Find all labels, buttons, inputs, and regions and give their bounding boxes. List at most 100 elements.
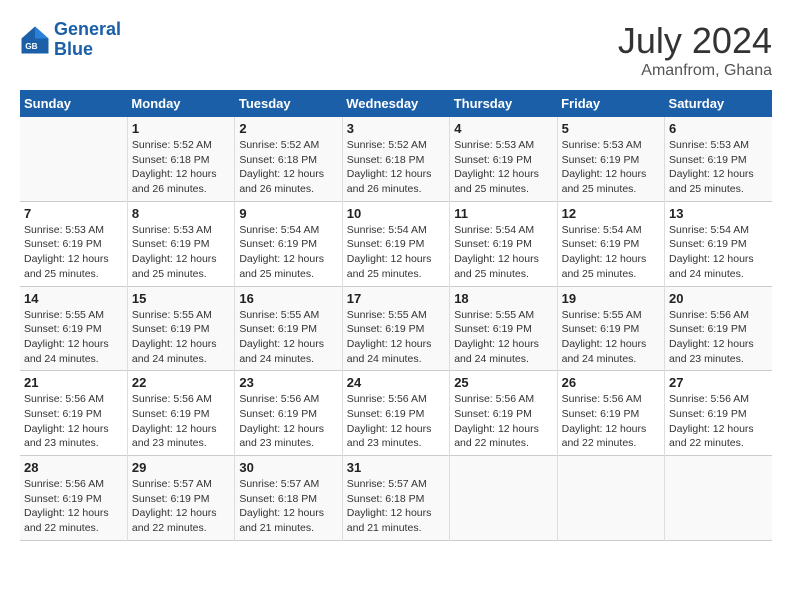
calendar-cell: 10 Sunrise: 5:54 AM Sunset: 6:19 PM Dayl… [342,201,449,286]
day-number: 7 [24,206,123,221]
day-info: Sunrise: 5:55 AM Sunset: 6:19 PM Dayligh… [454,308,552,367]
day-info: Sunrise: 5:56 AM Sunset: 6:19 PM Dayligh… [347,392,445,451]
calendar-cell: 30 Sunrise: 5:57 AM Sunset: 6:18 PM Dayl… [235,456,342,541]
calendar-cell [665,456,772,541]
calendar-cell: 1 Sunrise: 5:52 AM Sunset: 6:18 PM Dayli… [127,117,234,201]
day-info: Sunrise: 5:56 AM Sunset: 6:19 PM Dayligh… [562,392,660,451]
day-info: Sunrise: 5:55 AM Sunset: 6:19 PM Dayligh… [562,308,660,367]
day-info: Sunrise: 5:57 AM Sunset: 6:19 PM Dayligh… [132,477,230,536]
day-info: Sunrise: 5:55 AM Sunset: 6:19 PM Dayligh… [239,308,337,367]
day-number: 14 [24,291,123,306]
day-info: Sunrise: 5:54 AM Sunset: 6:19 PM Dayligh… [562,223,660,282]
weekday-header: Sunday [20,90,127,117]
day-number: 10 [347,206,445,221]
calendar-cell: 18 Sunrise: 5:55 AM Sunset: 6:19 PM Dayl… [450,286,557,371]
calendar-table: SundayMondayTuesdayWednesdayThursdayFrid… [20,90,772,541]
calendar-cell: 11 Sunrise: 5:54 AM Sunset: 6:19 PM Dayl… [450,201,557,286]
day-info: Sunrise: 5:55 AM Sunset: 6:19 PM Dayligh… [347,308,445,367]
day-number: 1 [132,121,230,136]
title-section: July 2024 Amanfrom, Ghana [618,20,772,80]
day-number: 13 [669,206,768,221]
calendar-cell: 4 Sunrise: 5:53 AM Sunset: 6:19 PM Dayli… [450,117,557,201]
day-info: Sunrise: 5:56 AM Sunset: 6:19 PM Dayligh… [669,392,768,451]
day-info: Sunrise: 5:57 AM Sunset: 6:18 PM Dayligh… [239,477,337,536]
day-number: 4 [454,121,552,136]
weekday-header: Monday [127,90,234,117]
day-number: 12 [562,206,660,221]
day-number: 26 [562,375,660,390]
day-info: Sunrise: 5:52 AM Sunset: 6:18 PM Dayligh… [132,138,230,197]
calendar-cell: 25 Sunrise: 5:56 AM Sunset: 6:19 PM Dayl… [450,371,557,456]
calendar-cell: 15 Sunrise: 5:55 AM Sunset: 6:19 PM Dayl… [127,286,234,371]
calendar-cell: 31 Sunrise: 5:57 AM Sunset: 6:18 PM Dayl… [342,456,449,541]
calendar-cell [557,456,664,541]
calendar-cell: 8 Sunrise: 5:53 AM Sunset: 6:19 PM Dayli… [127,201,234,286]
calendar-cell: 28 Sunrise: 5:56 AM Sunset: 6:19 PM Dayl… [20,456,127,541]
day-number: 22 [132,375,230,390]
weekday-header: Friday [557,90,664,117]
subtitle: Amanfrom, Ghana [618,62,772,80]
weekday-header: Saturday [665,90,772,117]
day-number: 30 [239,460,337,475]
calendar-cell: 5 Sunrise: 5:53 AM Sunset: 6:19 PM Dayli… [557,117,664,201]
calendar-cell: 24 Sunrise: 5:56 AM Sunset: 6:19 PM Dayl… [342,371,449,456]
logo-text: General Blue [54,20,121,60]
svg-text:GB: GB [25,42,37,51]
day-info: Sunrise: 5:53 AM Sunset: 6:19 PM Dayligh… [562,138,660,197]
day-number: 19 [562,291,660,306]
calendar-cell: 23 Sunrise: 5:56 AM Sunset: 6:19 PM Dayl… [235,371,342,456]
logo: GB General Blue [20,20,121,60]
day-info: Sunrise: 5:57 AM Sunset: 6:18 PM Dayligh… [347,477,445,536]
calendar-cell [450,456,557,541]
day-info: Sunrise: 5:53 AM Sunset: 6:19 PM Dayligh… [454,138,552,197]
main-title: July 2024 [618,20,772,62]
day-info: Sunrise: 5:56 AM Sunset: 6:19 PM Dayligh… [132,392,230,451]
calendar-cell: 14 Sunrise: 5:55 AM Sunset: 6:19 PM Dayl… [20,286,127,371]
day-number: 28 [24,460,123,475]
header: GB General Blue July 2024 Amanfrom, Ghan… [20,20,772,80]
day-number: 5 [562,121,660,136]
calendar-cell: 22 Sunrise: 5:56 AM Sunset: 6:19 PM Dayl… [127,371,234,456]
calendar-cell [20,117,127,201]
day-number: 31 [347,460,445,475]
day-info: Sunrise: 5:54 AM Sunset: 6:19 PM Dayligh… [347,223,445,282]
day-number: 11 [454,206,552,221]
day-info: Sunrise: 5:55 AM Sunset: 6:19 PM Dayligh… [132,308,230,367]
calendar-cell: 16 Sunrise: 5:55 AM Sunset: 6:19 PM Dayl… [235,286,342,371]
day-info: Sunrise: 5:56 AM Sunset: 6:19 PM Dayligh… [454,392,552,451]
day-number: 24 [347,375,445,390]
logo-icon: GB [20,25,50,55]
day-info: Sunrise: 5:56 AM Sunset: 6:19 PM Dayligh… [24,477,123,536]
calendar-cell: 7 Sunrise: 5:53 AM Sunset: 6:19 PM Dayli… [20,201,127,286]
day-number: 18 [454,291,552,306]
calendar-cell: 19 Sunrise: 5:55 AM Sunset: 6:19 PM Dayl… [557,286,664,371]
calendar-cell: 17 Sunrise: 5:55 AM Sunset: 6:19 PM Dayl… [342,286,449,371]
calendar-week-row: 21 Sunrise: 5:56 AM Sunset: 6:19 PM Dayl… [20,371,772,456]
calendar-week-row: 7 Sunrise: 5:53 AM Sunset: 6:19 PM Dayli… [20,201,772,286]
day-number: 21 [24,375,123,390]
calendar-cell: 29 Sunrise: 5:57 AM Sunset: 6:19 PM Dayl… [127,456,234,541]
day-info: Sunrise: 5:56 AM Sunset: 6:19 PM Dayligh… [24,392,123,451]
day-info: Sunrise: 5:52 AM Sunset: 6:18 PM Dayligh… [239,138,337,197]
day-number: 25 [454,375,552,390]
calendar-week-row: 28 Sunrise: 5:56 AM Sunset: 6:19 PM Dayl… [20,456,772,541]
day-number: 20 [669,291,768,306]
calendar-cell: 12 Sunrise: 5:54 AM Sunset: 6:19 PM Dayl… [557,201,664,286]
day-info: Sunrise: 5:52 AM Sunset: 6:18 PM Dayligh… [347,138,445,197]
day-info: Sunrise: 5:55 AM Sunset: 6:19 PM Dayligh… [24,308,123,367]
calendar-week-row: 14 Sunrise: 5:55 AM Sunset: 6:19 PM Dayl… [20,286,772,371]
day-number: 15 [132,291,230,306]
day-number: 17 [347,291,445,306]
calendar-cell: 3 Sunrise: 5:52 AM Sunset: 6:18 PM Dayli… [342,117,449,201]
day-info: Sunrise: 5:53 AM Sunset: 6:19 PM Dayligh… [132,223,230,282]
day-number: 23 [239,375,337,390]
weekday-header: Wednesday [342,90,449,117]
day-info: Sunrise: 5:53 AM Sunset: 6:19 PM Dayligh… [669,138,768,197]
day-number: 9 [239,206,337,221]
calendar-cell: 26 Sunrise: 5:56 AM Sunset: 6:19 PM Dayl… [557,371,664,456]
day-number: 8 [132,206,230,221]
day-info: Sunrise: 5:54 AM Sunset: 6:19 PM Dayligh… [669,223,768,282]
day-info: Sunrise: 5:54 AM Sunset: 6:19 PM Dayligh… [239,223,337,282]
weekday-header: Tuesday [235,90,342,117]
day-number: 27 [669,375,768,390]
